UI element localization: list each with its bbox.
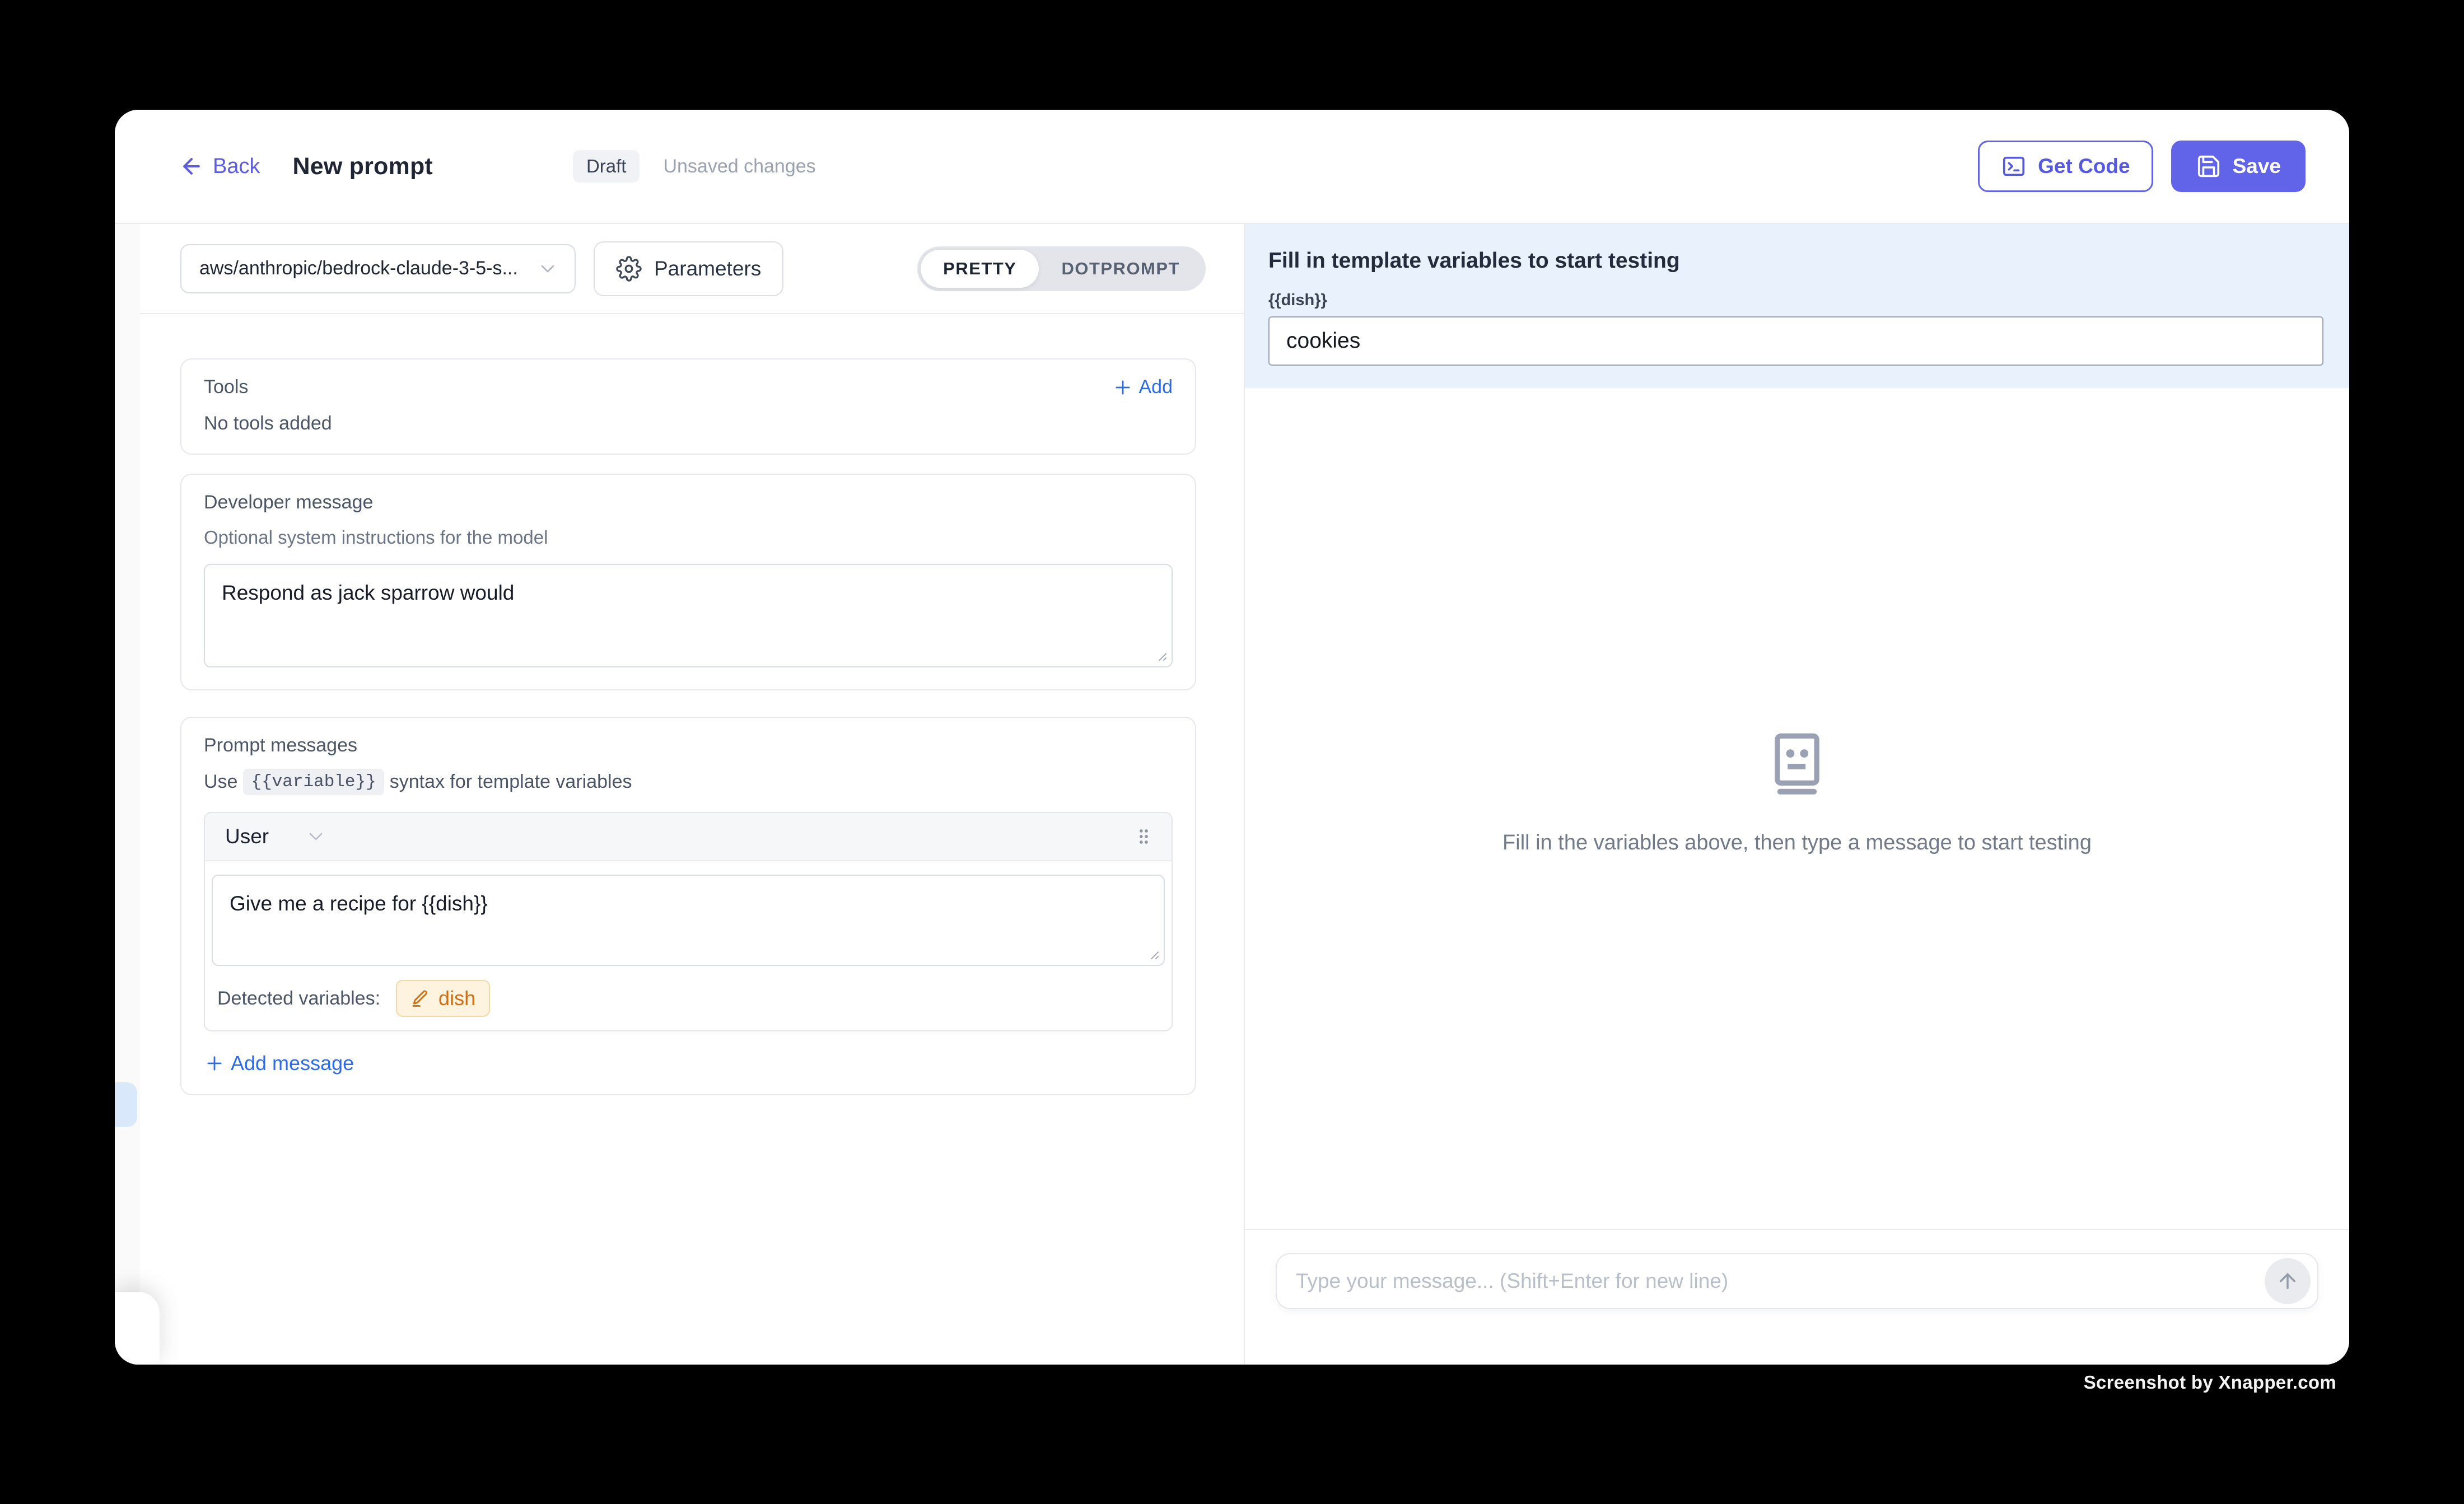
empty-state-text: Fill in the variables above, then type a… [1502, 831, 2092, 855]
developer-card-title: Developer message [204, 492, 1173, 513]
user-message-textarea[interactable]: Give me a recipe for {{dish}} [212, 875, 1165, 966]
back-label: Back [213, 155, 260, 179]
rail-active-item[interactable] [115, 1082, 137, 1127]
terminal-icon [2001, 153, 2027, 179]
message-block: User Give me a recipe for {{dish}} [204, 812, 1173, 1031]
developer-message-card: Developer message Optional system instru… [180, 474, 1196, 690]
chat-input-section [1245, 1229, 2349, 1365]
status-badge: Draft [573, 150, 640, 183]
add-tool-button[interactable]: Add [1112, 376, 1173, 398]
body: aws/anthropic/bedrock-claude-3-5-s... Pa… [115, 224, 2349, 1365]
header-bar: Back New prompt Draft Unsaved changes Ge… [115, 110, 2349, 224]
prompt-messages-card: Prompt messages Use {{variable}} syntax … [180, 717, 1196, 1095]
gear-icon [616, 256, 642, 282]
save-label: Save [2233, 155, 2281, 178]
variable-chip-dish[interactable]: dish [396, 980, 490, 1017]
plus-icon [1112, 377, 1133, 398]
chevron-down-icon [536, 258, 559, 280]
send-button[interactable] [2265, 1258, 2311, 1304]
developer-card-subtitle: Optional system instructions for the mod… [204, 527, 1173, 548]
save-button[interactable]: Save [2171, 141, 2306, 192]
cards-scroll-area: Tools Add No tools added Developer messa… [115, 314, 1244, 1095]
toggle-dotprompt[interactable]: DOTPROMPT [1039, 250, 1202, 288]
arrow-left-icon [179, 154, 204, 179]
test-panel: Fill in template variables to start test… [1245, 224, 2349, 1365]
detected-variables-label: Detected variables: [217, 988, 380, 1010]
prompt-card-subtitle: Use {{variable}} syntax for template var… [204, 769, 1173, 795]
rail-popover [115, 1292, 160, 1365]
unsaved-changes-text: Unsaved changes [663, 156, 815, 178]
model-selector[interactable]: aws/anthropic/bedrock-claude-3-5-s... [180, 244, 576, 293]
view-mode-toggle: PRETTY DOTPROMPT [917, 246, 1206, 291]
toggle-pretty[interactable]: PRETTY [921, 250, 1039, 288]
developer-message-textarea[interactable]: Respond as jack sparrow would [204, 564, 1173, 667]
drag-handle-icon[interactable] [1132, 825, 1155, 848]
back-button[interactable]: Back [179, 154, 260, 179]
test-panel-title: Fill in template variables to start test… [1268, 249, 2323, 273]
prompt-card-title: Prompt messages [204, 735, 1173, 756]
chevron-down-icon[interactable] [305, 825, 327, 848]
template-variables-section: Fill in template variables to start test… [1245, 224, 2349, 388]
pencil-icon [410, 989, 430, 1008]
chat-empty-state: Fill in the variables above, then type a… [1245, 372, 2349, 1213]
add-tool-label: Add [1139, 376, 1173, 398]
prompt-editor-panel: aws/anthropic/bedrock-claude-3-5-s... Pa… [115, 224, 1245, 1365]
parameters-label: Parameters [654, 257, 761, 281]
left-rail [115, 224, 140, 1365]
page-title: New prompt [292, 153, 432, 180]
get-code-button[interactable]: Get Code [1978, 141, 2153, 192]
arrow-up-icon [2276, 1269, 2299, 1293]
variable-value-input[interactable] [1268, 316, 2323, 366]
screenshot-stage: Back New prompt Draft Unsaved changes Ge… [0, 0, 2464, 1504]
editor-toolbar: aws/anthropic/bedrock-claude-3-5-s... Pa… [115, 224, 1244, 314]
model-selector-value: aws/anthropic/bedrock-claude-3-5-s... [199, 258, 536, 279]
add-message-label: Add message [231, 1052, 354, 1075]
robot-face-icon [1768, 731, 1826, 800]
tools-empty-text: No tools added [204, 413, 1173, 435]
add-message-button[interactable]: Add message [204, 1052, 1173, 1075]
role-select-value[interactable]: User [225, 825, 269, 848]
get-code-label: Get Code [2038, 155, 2130, 178]
save-icon [2196, 153, 2222, 179]
parameters-button[interactable]: Parameters [594, 241, 783, 296]
message-role-row: User [205, 813, 1172, 861]
watermark-text: Screenshot by Xnapper.com [2084, 1372, 2336, 1393]
detected-variables-row: Detected variables: dish [205, 969, 1172, 1030]
tools-card: Tools Add No tools added [180, 358, 1196, 455]
tools-card-title: Tools [204, 376, 248, 398]
variable-name-label: {{dish}} [1268, 291, 2323, 310]
chat-input-bar [1276, 1253, 2318, 1309]
variable-chip-label: dish [438, 987, 475, 1010]
variable-syntax-chip: {{variable}} [243, 769, 384, 795]
subtitle-suffix: syntax for template variables [390, 771, 632, 793]
app-window: Back New prompt Draft Unsaved changes Ge… [115, 110, 2349, 1365]
subtitle-prefix: Use [204, 771, 237, 793]
plus-icon [204, 1053, 225, 1074]
chat-message-input[interactable] [1296, 1269, 2265, 1293]
